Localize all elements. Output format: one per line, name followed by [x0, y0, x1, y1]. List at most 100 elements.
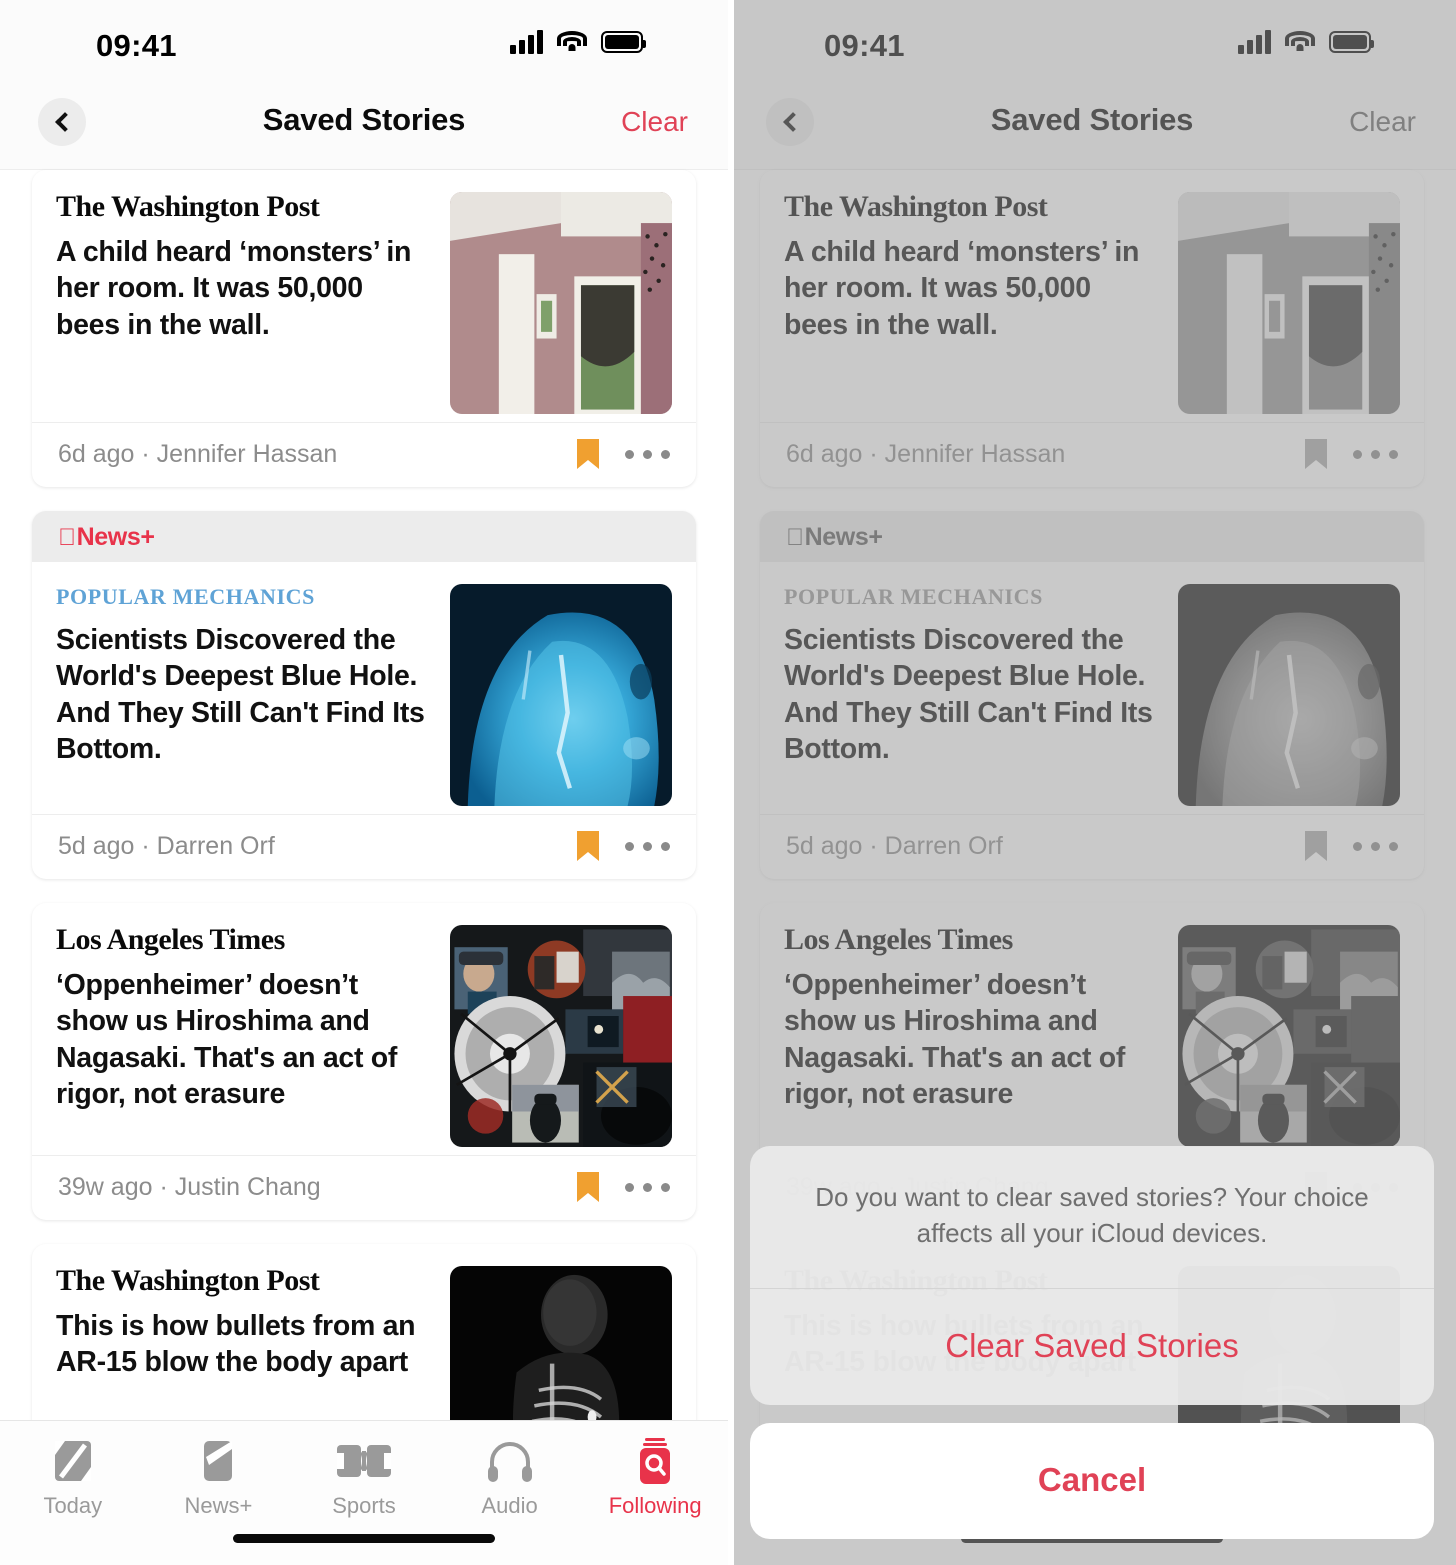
story-actions [1305, 439, 1398, 469]
bookmark-icon[interactable] [1305, 439, 1327, 469]
headphones-icon [487, 1439, 533, 1483]
more-options-icon[interactable] [625, 449, 670, 459]
story-card[interactable]: News+ POPULAR MECHANICS Scientists Disc… [32, 511, 696, 879]
action-sheet-group: Do you want to clear saved stories? Your… [750, 1146, 1434, 1405]
page-title: Saved Stories [990, 102, 1194, 137]
story-headline: This is how bullets from an AR-15 blow t… [56, 1310, 416, 1379]
action-sheet-message: Do you want to clear saved stories? Your… [750, 1146, 1434, 1289]
cellular-bars-icon [510, 30, 543, 54]
story-headline: Scientists Discovered the World's Deepes… [784, 624, 1153, 766]
apple-logo-icon:  [58, 525, 76, 550]
publisher-kicker: POPULAR MECHANICS [784, 584, 1043, 609]
story-card[interactable]: Los Angeles Times ‘Oppenheimer’ doesn’t … [32, 903, 696, 1220]
story-thumbnail [1178, 584, 1400, 806]
story-meta: 6d ago · Jennifer Hassan [786, 439, 1066, 468]
story-actions [1305, 831, 1398, 861]
bookmark-icon[interactable] [577, 1172, 599, 1202]
story-actions [577, 439, 670, 469]
apple-news-plus-label: News+ [58, 523, 155, 551]
story-text: POPULAR MECHANICS Scientists Discovered … [56, 584, 450, 806]
tab-label: News+ [184, 1493, 253, 1518]
action-sheet[interactable]: Do you want to clear saved stories? Your… [728, 1146, 1456, 1565]
publisher-logo: The Washington Post [56, 190, 320, 223]
story-thumbnail [450, 584, 672, 806]
tab-sports[interactable]: Sports [291, 1439, 437, 1519]
story-card[interactable]: News+ POPULAR MECHANICS Scientists Disc… [760, 511, 1424, 879]
story-thumbnail [450, 925, 672, 1147]
more-options-icon[interactable] [1353, 841, 1398, 851]
status-icons [510, 30, 646, 54]
battery-full-icon [601, 31, 646, 53]
story-body[interactable]: The Washington Post A child heard ‘monst… [760, 170, 1424, 422]
story-footer: 5d ago · Darren Orf [32, 814, 696, 879]
story-text: Los Angeles Times ‘Oppenheimer’ doesn’t … [784, 925, 1178, 1147]
story-thumbnail [450, 192, 672, 414]
clear-saved-stories-button[interactable]: Clear Saved Stories [750, 1289, 1434, 1405]
clear-button[interactable]: Clear [621, 106, 688, 138]
news-plus-badge: News+ [760, 511, 1424, 562]
story-footer: 5d ago · Darren Orf [760, 814, 1424, 879]
bookmark-icon[interactable] [1305, 831, 1327, 861]
wifi-icon [557, 30, 587, 54]
tab-today[interactable]: Today [0, 1439, 146, 1519]
more-options-icon[interactable] [1353, 449, 1398, 459]
bookmark-icon[interactable] [577, 831, 599, 861]
story-actions [577, 831, 670, 861]
tab-news-plus[interactable]: News+ [146, 1439, 292, 1519]
story-card[interactable]: The Washington Post A child heard ‘monst… [32, 170, 696, 487]
story-meta: 39w ago · Justin Chang [58, 1172, 321, 1201]
story-body[interactable]: Los Angeles Times ‘Oppenheimer’ doesn’t … [760, 903, 1424, 1155]
tab-label: Following [608, 1493, 702, 1518]
saved-stories-list[interactable]: The Washington Post A child heard ‘monst… [0, 170, 728, 1565]
more-options-icon[interactable] [625, 841, 670, 851]
status-bar: 09:41 [0, 0, 728, 92]
screen-content-left: 09:41 Saved Stories Clear The Washington… [0, 0, 728, 1565]
cancel-button[interactable]: Cancel [750, 1423, 1434, 1539]
publisher-logo: Los Angeles Times [56, 923, 285, 956]
page-title: Saved Stories [262, 102, 466, 137]
status-icons [1238, 30, 1374, 54]
story-text: POPULAR MECHANICS Scientists Discovered … [784, 584, 1178, 806]
nav-bar: Saved Stories Clear [0, 92, 728, 170]
nav-bar: Saved Stories Clear [728, 92, 1456, 170]
tab-label: Audio [481, 1493, 538, 1518]
tab-bar[interactable]: Today News+ Sports Audio Following [0, 1420, 728, 1565]
story-meta: 5d ago · Darren Orf [58, 831, 275, 860]
apple-news-n-icon [53, 1439, 93, 1483]
story-text: Los Angeles Times ‘Oppenheimer’ doesn’t … [56, 925, 450, 1147]
status-time: 09:41 [824, 28, 905, 63]
story-headline: ‘Oppenheimer’ doesn’t show us Hiroshima … [784, 969, 1126, 1111]
bookmark-icon[interactable] [577, 439, 599, 469]
story-footer: 6d ago · Jennifer Hassan [32, 422, 696, 487]
clear-button[interactable]: Clear [1349, 106, 1416, 138]
tab-label: Today [43, 1493, 103, 1518]
news-plus-badge: News+ [32, 511, 696, 562]
status-time: 09:41 [96, 28, 177, 63]
tab-following[interactable]: Following [582, 1438, 728, 1519]
story-body[interactable]: POPULAR MECHANICS Scientists Discovered … [760, 562, 1424, 814]
news-plus-magazine-icon [200, 1439, 236, 1483]
story-body[interactable]: Los Angeles Times ‘Oppenheimer’ doesn’t … [32, 903, 696, 1155]
publisher-logo: The Washington Post [56, 1264, 320, 1297]
more-options-icon[interactable] [625, 1182, 670, 1192]
phone-screen-with-action-sheet: 09:41 Saved Stories Clear The Washington… [728, 0, 1456, 1565]
story-thumbnail [1178, 925, 1400, 1147]
story-headline: A child heard ‘monsters’ in her room. It… [784, 236, 1140, 341]
story-headline: ‘Oppenheimer’ doesn’t show us Hiroshima … [56, 969, 398, 1111]
story-body[interactable]: POPULAR MECHANICS Scientists Discovered … [32, 562, 696, 814]
story-footer: 6d ago · Jennifer Hassan [760, 422, 1424, 487]
apple-logo-icon:  [786, 525, 804, 550]
tab-label: Sports [332, 1493, 396, 1518]
story-card[interactable]: The Washington Post A child heard ‘monst… [760, 170, 1424, 487]
apple-news-plus-label: News+ [786, 523, 883, 551]
story-body[interactable]: The Washington Post A child heard ‘monst… [32, 170, 696, 422]
dual-phone-screenshot: 09:41 Saved Stories Clear The Washington… [0, 0, 1456, 1565]
story-text: The Washington Post A child heard ‘monst… [56, 192, 450, 414]
story-meta: 5d ago · Darren Orf [786, 831, 1003, 860]
cellular-bars-icon [1238, 30, 1271, 54]
story-headline: Scientists Discovered the World's Deepes… [56, 624, 425, 766]
tab-audio[interactable]: Audio [437, 1439, 583, 1519]
wifi-icon [1285, 30, 1315, 54]
story-meta: 6d ago · Jennifer Hassan [58, 439, 338, 468]
home-indicator [233, 1534, 495, 1543]
